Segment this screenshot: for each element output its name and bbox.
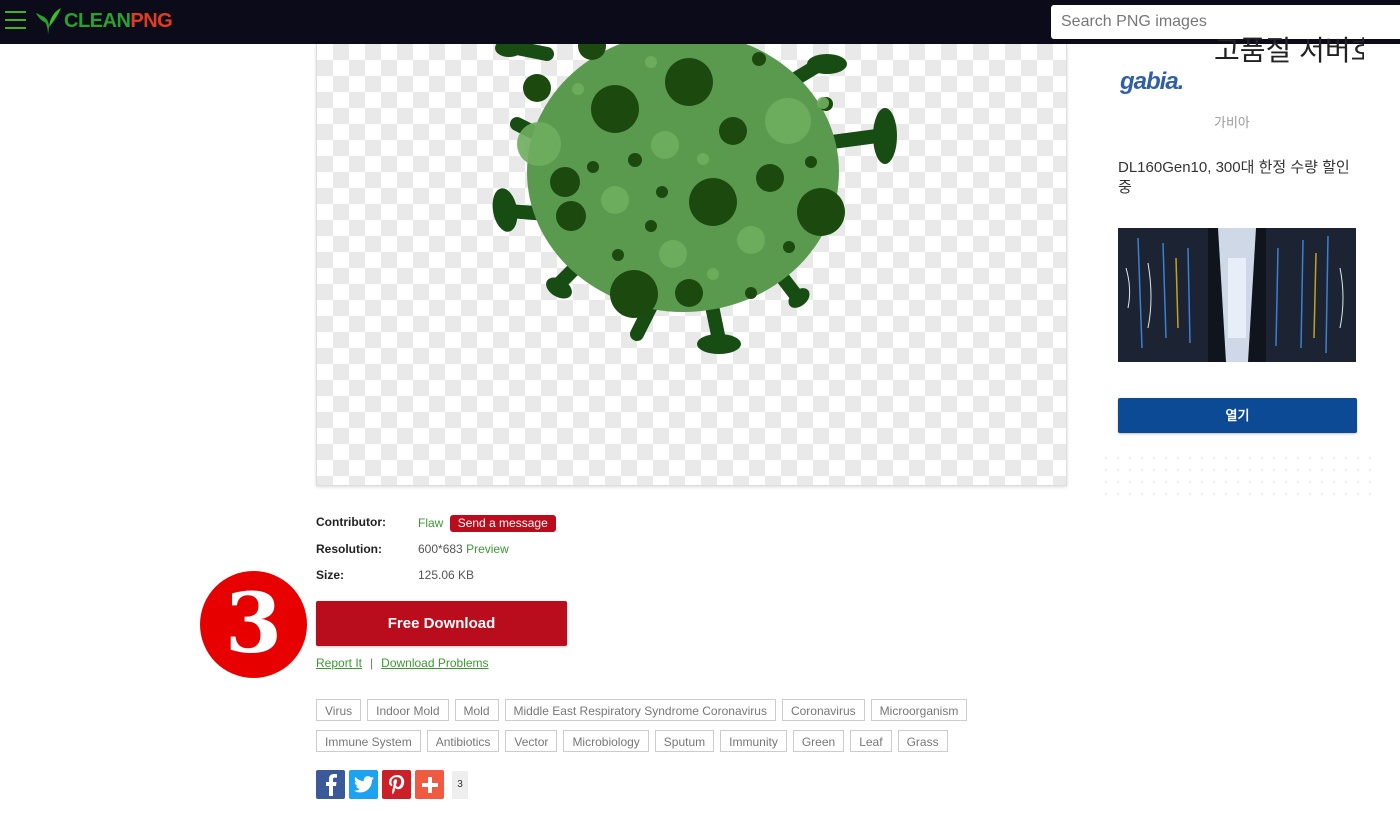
tag[interactable]: Microbiology — [563, 730, 649, 752]
tag[interactable]: Indoor Mold — [367, 699, 449, 721]
plus-icon[interactable] — [415, 770, 444, 799]
free-download-button[interactable]: Free Download — [316, 601, 567, 646]
tag[interactable]: Microorganism — [870, 699, 968, 721]
tag[interactable]: Immune System — [316, 730, 421, 752]
tag-list-row-2: Immune System Antibiotics Vector Microbiolo… — [316, 730, 1056, 752]
preview-link[interactable]: Preview — [466, 542, 509, 556]
send-message-button[interactable]: Send a message — [449, 515, 556, 532]
step-number-badge: 3 — [200, 571, 307, 678]
download-problems-link[interactable]: Download Problems — [381, 656, 488, 670]
tag[interactable]: Immunity — [720, 730, 787, 752]
logo-text-clean: CLEAN — [64, 9, 131, 32]
ad-server-room-image[interactable] — [1118, 228, 1356, 362]
tag[interactable]: Sputum — [654, 730, 715, 752]
contributor-label: Contributor: — [316, 515, 386, 529]
tag[interactable]: Middle East Respiratory Syndrome Coronav… — [504, 699, 776, 721]
tag[interactable]: Vector — [505, 730, 558, 752]
virus-illustration — [492, 44, 897, 354]
resolution-value: 600*683 — [418, 542, 463, 556]
ad-brand-logo: gabia. — [1120, 68, 1184, 95]
tag[interactable]: Antibiotics — [426, 730, 500, 752]
contributor-name-link[interactable]: Flaw — [418, 516, 443, 530]
ad-brand-name: 가비아 — [1214, 115, 1250, 130]
tag[interactable]: Green — [792, 730, 845, 752]
social-share-bar: 3 — [316, 770, 468, 799]
tag[interactable]: Coronavirus — [781, 699, 865, 721]
tag[interactable]: Grass — [897, 730, 948, 752]
resolution-label: Resolution: — [316, 542, 382, 556]
size-value: 125.06 KB — [418, 568, 475, 582]
share-count: 3 — [452, 770, 468, 799]
ad-open-button[interactable]: 열기 — [1118, 398, 1357, 433]
ad-title[interactable]: 고품질 서버호… — [1214, 34, 1364, 68]
tag-list-row-1: Virus Indoor Mold Mold Middle East Respirat… — [316, 699, 1056, 721]
advertisement[interactable]: gabia. 고품질 서버호… 가비아 DL160Gen10, 300대 한정 … — [1100, 35, 1372, 504]
top-navigation-bar: CLEANPNG — [0, 0, 1400, 44]
ad-description: DL160Gen10, 300대 한정 수량 할인 중 — [1118, 159, 1350, 196]
tag[interactable]: Virus — [316, 699, 362, 721]
ad-card: gabia. 고품질 서버호… 가비아 DL160Gen10, 300대 한정 … — [1100, 35, 1372, 454]
tag[interactable]: Leaf — [850, 730, 892, 752]
download-links: Report It | Download Problems — [316, 656, 489, 670]
leaf-logo-icon — [36, 8, 61, 35]
link-separator: | — [370, 656, 374, 670]
png-preview-image[interactable] — [316, 44, 1067, 486]
site-logo[interactable]: CLEANPNG — [36, 4, 173, 38]
twitter-icon[interactable] — [349, 770, 378, 799]
size-label: Size: — [316, 568, 345, 582]
logo-text-png: PNG — [130, 9, 173, 32]
pinterest-icon[interactable] — [382, 770, 411, 799]
facebook-icon[interactable] — [316, 770, 345, 799]
tag[interactable]: Mold — [454, 699, 499, 721]
report-it-link[interactable]: Report It — [316, 656, 362, 670]
menu-icon[interactable] — [5, 11, 26, 31]
